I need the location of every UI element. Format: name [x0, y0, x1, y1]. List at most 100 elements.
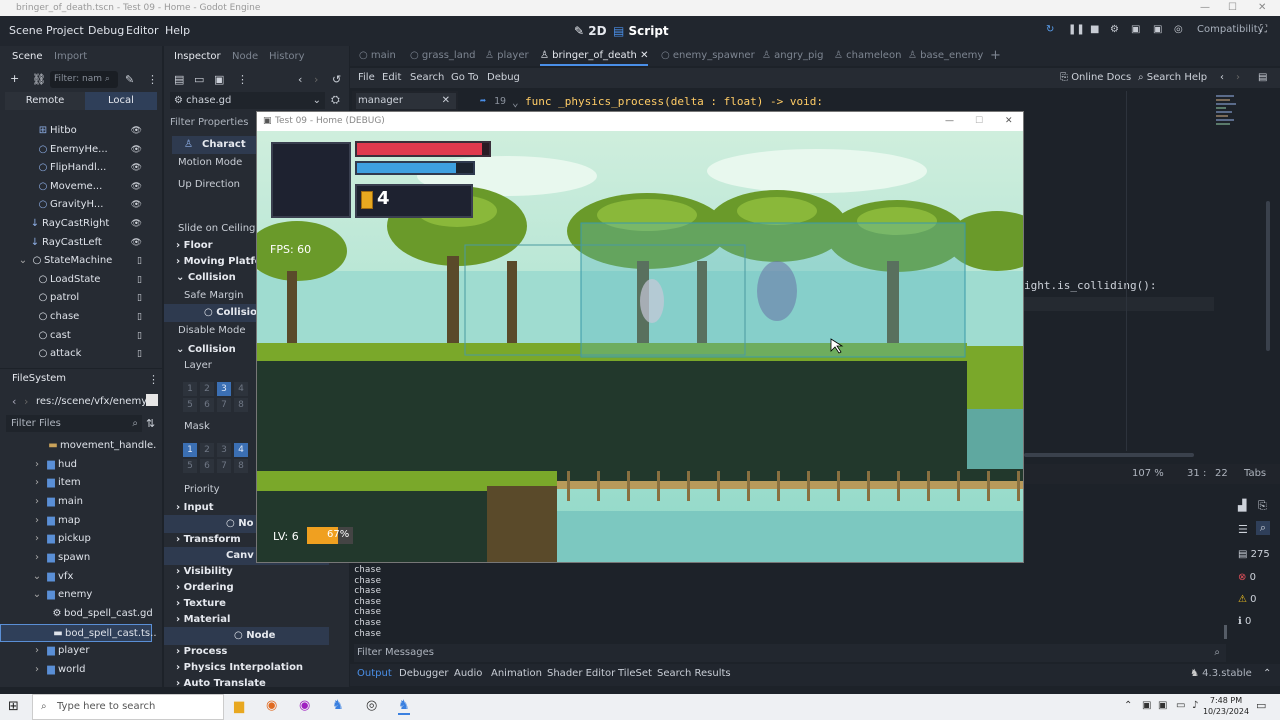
folder-view-icon[interactable]: [146, 394, 158, 406]
inspector-filter-input[interactable]: Filter Properties: [170, 114, 260, 131]
add-node-icon[interactable]: +: [10, 72, 19, 85]
taskbar-time[interactable]: 7:48 PM: [1204, 696, 1248, 705]
obs-icon[interactable]: ◎: [366, 698, 377, 713]
expand-arrow-icon[interactable]: ›: [30, 493, 44, 511]
message-count[interactable]: ▤ 275: [1238, 549, 1270, 560]
expand-arrow-icon[interactable]: ›: [30, 642, 44, 660]
mask-bit[interactable]: 8: [234, 459, 248, 473]
script-tab-player[interactable]: ♙ player: [485, 50, 529, 61]
distraction-free-icon[interactable]: ⛶: [1260, 24, 1267, 35]
add-tab-icon[interactable]: +: [990, 48, 1001, 63]
zoom-level[interactable]: 107 %: [1132, 464, 1164, 484]
tab-import[interactable]: Import: [54, 51, 87, 62]
tree-node-enemyhealth[interactable]: ○ EnemyHe... 👁: [0, 141, 152, 159]
forward-arrow-icon[interactable]: ›: [314, 73, 318, 86]
script-attached-icon[interactable]: ▯: [137, 271, 142, 289]
info-count[interactable]: ℹ 0: [1238, 616, 1251, 627]
tree-node-loadstate[interactable]: ○ LoadState ▯: [0, 271, 152, 289]
folder-item[interactable]: ⌄ ▆ enemy: [0, 586, 152, 604]
script-tab-angry-pig[interactable]: ♙ angry_pig: [762, 50, 823, 61]
folder-item[interactable]: › ▆ pickup: [0, 530, 152, 548]
file-item-selected[interactable]: ▬ bod_spell_cast.ts...: [0, 624, 156, 642]
indent-mode[interactable]: Tabs: [1244, 464, 1266, 484]
mask-bit[interactable]: 6: [200, 459, 214, 473]
reload-icon[interactable]: ↻: [1046, 24, 1054, 35]
sort-icon[interactable]: ⇅: [146, 417, 155, 430]
bottom-tab-output[interactable]: Output: [357, 668, 392, 679]
tab-scene[interactable]: Scene: [12, 51, 43, 62]
mask-grid[interactable]: 1 2 3 4 5 6 7 8: [183, 443, 251, 475]
visibility-icon[interactable]: 👁: [131, 122, 142, 140]
layer-bit[interactable]: 1: [183, 382, 197, 396]
output-log[interactable]: chase chase chase chase chase chase chas…: [354, 565, 1224, 637]
taskbar-search-input[interactable]: ⌕ Type here to search: [32, 694, 224, 720]
taskbar-date[interactable]: 10/23/2024: [1200, 707, 1252, 716]
script-tab-grass-land[interactable]: ○ grass_land: [410, 50, 476, 61]
script-icon[interactable]: ✎: [125, 73, 134, 86]
tree-node-attack[interactable]: ○ attack ▯: [0, 345, 152, 363]
script-tab-enemy-spawner[interactable]: ○ enemy_spawner: [661, 50, 755, 61]
output-scrollbar[interactable]: [1224, 625, 1227, 639]
close-icon[interactable]: ✕: [1005, 112, 1013, 131]
close-icon[interactable]: ✕: [1258, 0, 1266, 16]
file-explorer-icon[interactable]: ▆: [234, 699, 244, 714]
tree-node-raycastleft[interactable]: ↓ RayCastLeft 👁: [0, 234, 152, 252]
expand-arrow-icon[interactable]: ›: [30, 474, 44, 492]
file-item[interactable]: ⚙ bod_spell_cast.gd: [0, 605, 153, 623]
maximize-icon[interactable]: ☐: [975, 112, 983, 131]
visibility-icon[interactable]: 👁: [131, 141, 142, 159]
network-icon[interactable]: ▭: [1176, 700, 1185, 711]
copy-icon[interactable]: ⎘: [1258, 499, 1267, 513]
volume-icon[interactable]: ♪: [1192, 700, 1198, 711]
script-attached-icon[interactable]: ▯: [137, 345, 142, 363]
tree-node-patrol[interactable]: ○ patrol ▯: [0, 289, 152, 307]
script-menu-debug[interactable]: Debug: [487, 72, 520, 83]
remote-tab[interactable]: Remote: [5, 92, 85, 110]
remote-debug-icon[interactable]: ⚙: [1110, 24, 1119, 35]
forward-arrow-icon[interactable]: ›: [24, 395, 28, 408]
back-arrow-icon[interactable]: ‹: [12, 395, 16, 408]
inspected-object[interactable]: ⚙ chase.gd ⌄: [170, 92, 325, 109]
menu-editor[interactable]: Editor: [126, 24, 159, 37]
object-properties-icon[interactable]: ⛭: [331, 93, 340, 107]
online-docs-link[interactable]: ⎘ Online Docs: [1060, 72, 1131, 83]
minimize-icon[interactable]: —: [1200, 0, 1210, 16]
tab-node[interactable]: Node: [232, 51, 258, 62]
collapse-panel-icon[interactable]: ⌃: [1263, 668, 1271, 679]
godot-taskbar-icon[interactable]: ♞: [332, 698, 344, 713]
play-scene-icon[interactable]: ▣: [1153, 24, 1162, 35]
section-auto-translate[interactable]: › Auto Translate: [164, 675, 339, 687]
menu-project[interactable]: Project: [46, 24, 84, 37]
tree-node-hitbox[interactable]: ⊞ Hitbo 👁: [0, 122, 152, 140]
script-menu-edit[interactable]: Edit: [382, 72, 401, 83]
tree-node-fliphandler[interactable]: ○ FlipHandl... 👁: [0, 159, 152, 177]
layer-bit[interactable]: 7: [217, 398, 231, 412]
folder-item[interactable]: › ▆ main: [0, 493, 152, 511]
folder-item[interactable]: › ▆ spawn: [0, 549, 152, 567]
app-icon[interactable]: ◉: [299, 698, 310, 713]
movie-icon[interactable]: ▣: [1131, 24, 1140, 35]
visibility-icon[interactable]: 👁: [131, 234, 142, 252]
bottom-tab-debugger[interactable]: Debugger: [399, 668, 449, 679]
menu-debug[interactable]: Debug: [88, 24, 124, 37]
workspace-script-button[interactable]: ▤ Script: [613, 24, 669, 38]
close-icon[interactable]: ✕: [442, 93, 450, 109]
tree-node-cast[interactable]: ○ cast ▯: [0, 327, 152, 345]
firefox-icon[interactable]: ◉: [266, 698, 277, 713]
script-attached-icon[interactable]: ▯: [137, 327, 142, 345]
visibility-icon[interactable]: 👁: [131, 178, 142, 196]
script-attached-icon[interactable]: ▯: [137, 252, 142, 270]
collapse-arrow-icon[interactable]: ⌄: [30, 568, 44, 586]
layer-bit[interactable]: 2: [200, 382, 214, 396]
bottom-tab-search-results[interactable]: Search Results: [657, 668, 731, 679]
tree-node-raycastright[interactable]: ↓ RayCastRight 👁: [0, 215, 152, 233]
menu-scene[interactable]: Scene: [9, 24, 43, 37]
folder-item[interactable]: › ▆ hud: [0, 456, 152, 474]
tray-app-icon[interactable]: ▣: [1142, 700, 1151, 711]
kebab-menu-icon[interactable]: ⋮: [237, 73, 248, 86]
menu-help[interactable]: Help: [165, 24, 190, 37]
history-icon[interactable]: ↺: [332, 73, 341, 86]
link-icon[interactable]: ⛓: [32, 73, 46, 86]
tree-node-chase[interactable]: ○ chase ▯: [0, 308, 152, 326]
layer-bit[interactable]: 8: [234, 398, 248, 412]
